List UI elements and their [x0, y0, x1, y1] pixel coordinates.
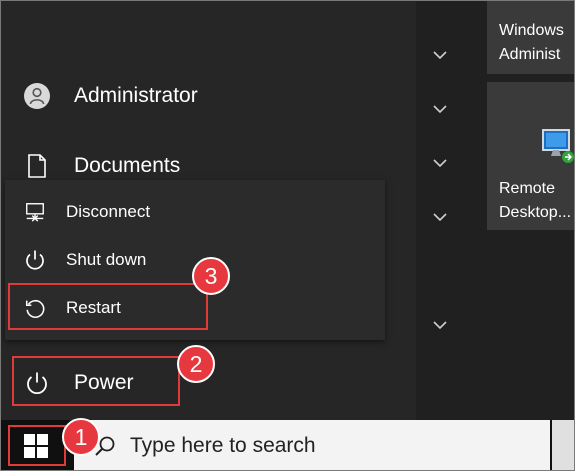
tile-label: Remote — [499, 180, 556, 197]
windows-logo-icon — [24, 433, 48, 458]
callout-badge-2: 2 — [177, 345, 215, 383]
user-avatar-icon — [24, 83, 50, 109]
power-icon — [24, 249, 46, 271]
restart-icon — [24, 297, 46, 319]
tile-windows-administrative[interactable]: Windows Administ — [487, 0, 575, 74]
start-menu-user[interactable]: Administrator — [0, 80, 300, 112]
chevron-down-icon[interactable] — [432, 320, 448, 330]
tile-label: Windows — [499, 22, 564, 39]
user-name-label: Administrator — [74, 84, 198, 107]
power-icon — [24, 370, 50, 396]
callout-badge-1: 1 — [62, 418, 100, 456]
taskbar-right-area — [552, 420, 575, 471]
start-menu-power[interactable]: Power — [0, 366, 300, 400]
document-icon — [24, 153, 50, 179]
power-label: Power — [74, 371, 134, 394]
chevron-down-icon[interactable] — [432, 50, 448, 60]
power-flyout-menu: Disconnect Shut down Restart — [5, 180, 385, 340]
start-menu-documents[interactable]: Documents — [0, 150, 300, 182]
start-menu-app-list — [386, 0, 416, 420]
tile-label: Administ — [499, 46, 561, 63]
start-button[interactable] — [8, 425, 64, 466]
search-input[interactable] — [130, 433, 510, 458]
chevron-down-icon[interactable] — [432, 158, 448, 168]
tile-remote-desktop[interactable]: Remote Desktop... — [487, 82, 575, 230]
remote-desktop-icon — [542, 129, 574, 163]
tile-label: Desktop... — [499, 204, 572, 221]
documents-label: Documents — [74, 154, 181, 177]
chevron-down-icon[interactable] — [432, 212, 448, 222]
chevron-down-icon[interactable] — [432, 104, 448, 114]
disconnect-label: Disconnect — [66, 202, 151, 221]
restart-label: Restart — [66, 298, 121, 317]
restart-menu-item[interactable]: Restart — [5, 284, 385, 332]
shutdown-label: Shut down — [66, 250, 147, 269]
callout-badge-3: 3 — [192, 257, 230, 295]
disconnect-menu-item[interactable]: Disconnect — [5, 188, 385, 236]
taskbar-search-box[interactable] — [74, 420, 550, 471]
disconnect-icon — [24, 201, 46, 223]
